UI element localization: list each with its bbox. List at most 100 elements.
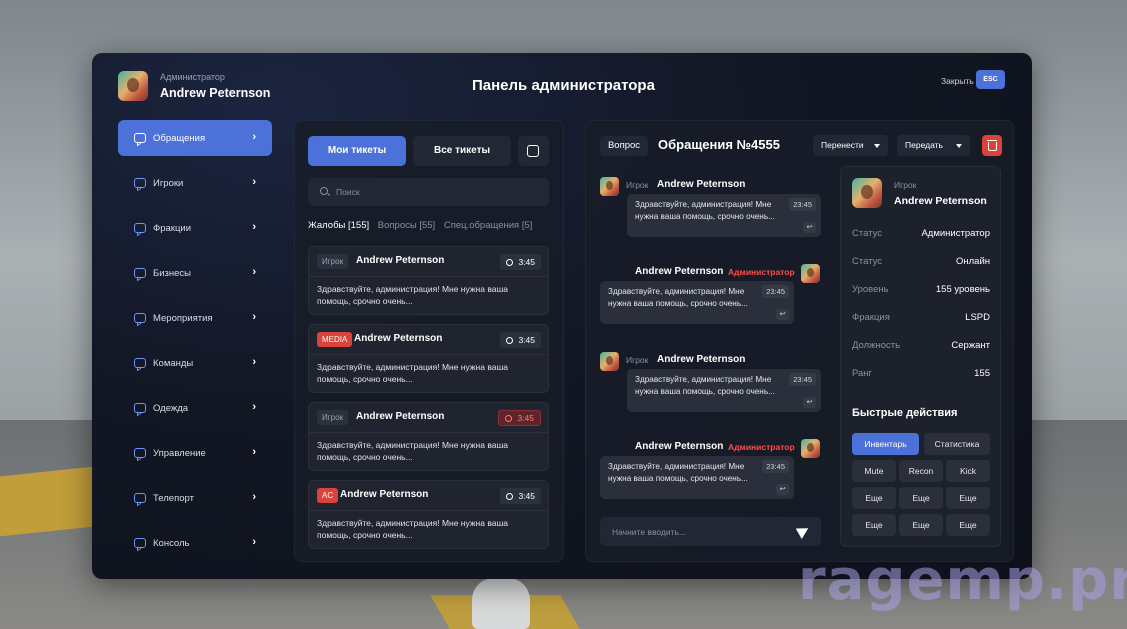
message-role-admin: Администратор (728, 267, 795, 277)
more-button[interactable]: Еще (852, 487, 896, 509)
message-bubble: Здравствуйте, администрация! Мне нужна в… (627, 194, 821, 237)
chat-panel: Вопрос Обращения №4555 Перенести Передат… (585, 120, 1014, 562)
chart-button[interactable] (518, 136, 549, 166)
chevron-down-icon (956, 144, 962, 148)
move-dropdown-label: Перенести (821, 140, 864, 150)
reply-icon[interactable]: ↩ (776, 484, 789, 495)
message-text: Здравствуйте, администрация! Мне нужна в… (635, 200, 775, 221)
message-role: Игрок (626, 180, 649, 190)
search-input[interactable]: Поиск (308, 178, 549, 206)
chat-icon (134, 493, 146, 503)
mute-button[interactable]: Mute (852, 460, 896, 482)
profile-row: Ранг 155 (852, 368, 990, 379)
chevron-right-icon: › (252, 221, 256, 233)
sidebar-item-players[interactable]: Игроки › (118, 165, 272, 201)
ticket-tag: Игрок (317, 410, 349, 425)
ticket-name: Andrew Peternson (356, 411, 445, 422)
ticket-time-value: 3:45 (518, 257, 535, 267)
admin-panel: Администратор Andrew Peternson Панель ад… (92, 53, 1032, 579)
more-button[interactable]: Еще (946, 514, 990, 536)
sidebar-item-label: Телепорт (153, 492, 194, 504)
ticket-message: Здравствуйте, администрация! Мне нужна в… (317, 362, 509, 384)
sidebar-item-factions[interactable]: Фракции › (118, 210, 272, 246)
ticket-card[interactable]: Игрок Andrew Peternson 3:45 Здравствуйте… (308, 246, 549, 315)
close-label[interactable]: Закрыть (941, 76, 974, 86)
ticket-card[interactable]: Игрок Andrew Peternson 3:45 Здравствуйте… (308, 402, 549, 471)
esc-button[interactable]: ESC (976, 70, 1005, 89)
sidebar-item-management[interactable]: Управление › (118, 435, 272, 471)
watermark: ragemp.pro (798, 548, 1127, 613)
profile-row-key: Фракция (852, 312, 890, 323)
sidebar-item-events[interactable]: Мероприятия › (118, 300, 272, 336)
chevron-right-icon: › (252, 401, 256, 413)
message-input[interactable]: Начните вводить... (600, 517, 821, 546)
more-button[interactable]: Еще (899, 514, 943, 536)
sidebar-item-commands[interactable]: Команды › (118, 345, 272, 381)
profile-row-key: Ранг (852, 368, 873, 379)
delete-button[interactable] (982, 135, 1002, 156)
send-icon[interactable] (795, 523, 812, 539)
admin-avatar (118, 71, 148, 101)
sidebar-item-requests[interactable]: Обращения › (118, 120, 272, 156)
recon-button[interactable]: Recon (899, 460, 943, 482)
message-bubble: Здравствуйте, администрация! Мне нужна в… (600, 456, 794, 499)
chat-icon (134, 178, 146, 188)
profile-row-value: 155 (974, 368, 990, 379)
chevron-right-icon: › (252, 131, 256, 143)
message-input-placeholder: Начните вводить... (612, 527, 687, 537)
background-character (472, 578, 530, 629)
more-button[interactable]: Еще (946, 487, 990, 509)
sidebar-item-label: Консоль (153, 537, 190, 549)
ticket-card[interactable]: MEDIA Andrew Peternson 3:45 Здравствуйте… (308, 324, 549, 393)
ticket-name: Andrew Peternson (340, 489, 429, 500)
profile-row: Статус Онлайн (852, 256, 990, 267)
chevron-right-icon: › (252, 491, 256, 503)
ticket-title: Обращения №4555 (658, 137, 780, 152)
message-bubble: Здравствуйте, администрация! Мне нужна в… (600, 281, 794, 324)
my-tickets-button[interactable]: Мои тикеты (308, 136, 406, 166)
reply-icon[interactable]: ↩ (803, 222, 816, 233)
statistics-button[interactable]: Статистика (924, 433, 990, 455)
transfer-dropdown[interactable]: Передать (897, 135, 970, 156)
chat-icon (134, 358, 146, 368)
profile-row-value: Администратор (921, 228, 990, 239)
reply-icon[interactable]: ↩ (803, 397, 816, 408)
message-avatar (600, 177, 619, 196)
profile-row-value: 155 уровень (935, 284, 990, 295)
profile-row-key: Статус (852, 228, 883, 239)
reply-icon[interactable]: ↩ (776, 309, 789, 320)
message-role: Игрок (626, 355, 649, 365)
sidebar-item-console[interactable]: Консоль › (118, 525, 272, 561)
ticket-time-value: 3:45 (518, 491, 535, 501)
chevron-down-icon (874, 144, 880, 148)
player-profile: Игрок Andrew Peternson Статус Администра… (840, 166, 1001, 547)
message-author: Andrew Peternson (657, 354, 746, 365)
chat-icon (134, 538, 146, 548)
page-title: Панель администратора (472, 77, 655, 94)
filter-complaints[interactable]: Жалобы [155] (308, 220, 369, 231)
chat-icon (134, 133, 146, 143)
sidebar-item-teleport[interactable]: Телепорт › (118, 480, 272, 516)
filter-questions[interactable]: Вопросы [55] (378, 220, 435, 231)
more-button[interactable]: Еще (852, 514, 896, 536)
chevron-right-icon: › (252, 266, 256, 278)
tickets-panel: Мои тикеты Все тикеты Поиск Жалобы [155]… (294, 120, 564, 562)
sidebar-item-label: Обращения (153, 132, 206, 144)
player-avatar (852, 178, 882, 208)
move-dropdown[interactable]: Перенести (813, 135, 888, 156)
sidebar-item-businesses[interactable]: Бизнесы › (118, 255, 272, 291)
ticket-message: Здравствуйте, администрация! Мне нужна в… (317, 518, 509, 540)
sidebar-item-clothes[interactable]: Одежда › (118, 390, 272, 426)
ticket-time-alert: 3:45 (498, 410, 541, 426)
chevron-right-icon: › (252, 536, 256, 548)
kick-button[interactable]: Kick (946, 460, 990, 482)
more-button[interactable]: Еще (899, 487, 943, 509)
inventory-button[interactable]: Инвентарь (852, 433, 919, 455)
message-avatar (600, 352, 619, 371)
all-tickets-button[interactable]: Все тикеты (413, 136, 511, 166)
sidebar-item-label: Фракции (153, 222, 191, 234)
chevron-right-icon: › (252, 446, 256, 458)
ticket-card[interactable]: AC Andrew Peternson 3:45 Здравствуйте, а… (308, 480, 549, 549)
message-role-admin: Администратор (728, 442, 795, 452)
filter-special[interactable]: Спец.обращения [5] (444, 220, 533, 231)
